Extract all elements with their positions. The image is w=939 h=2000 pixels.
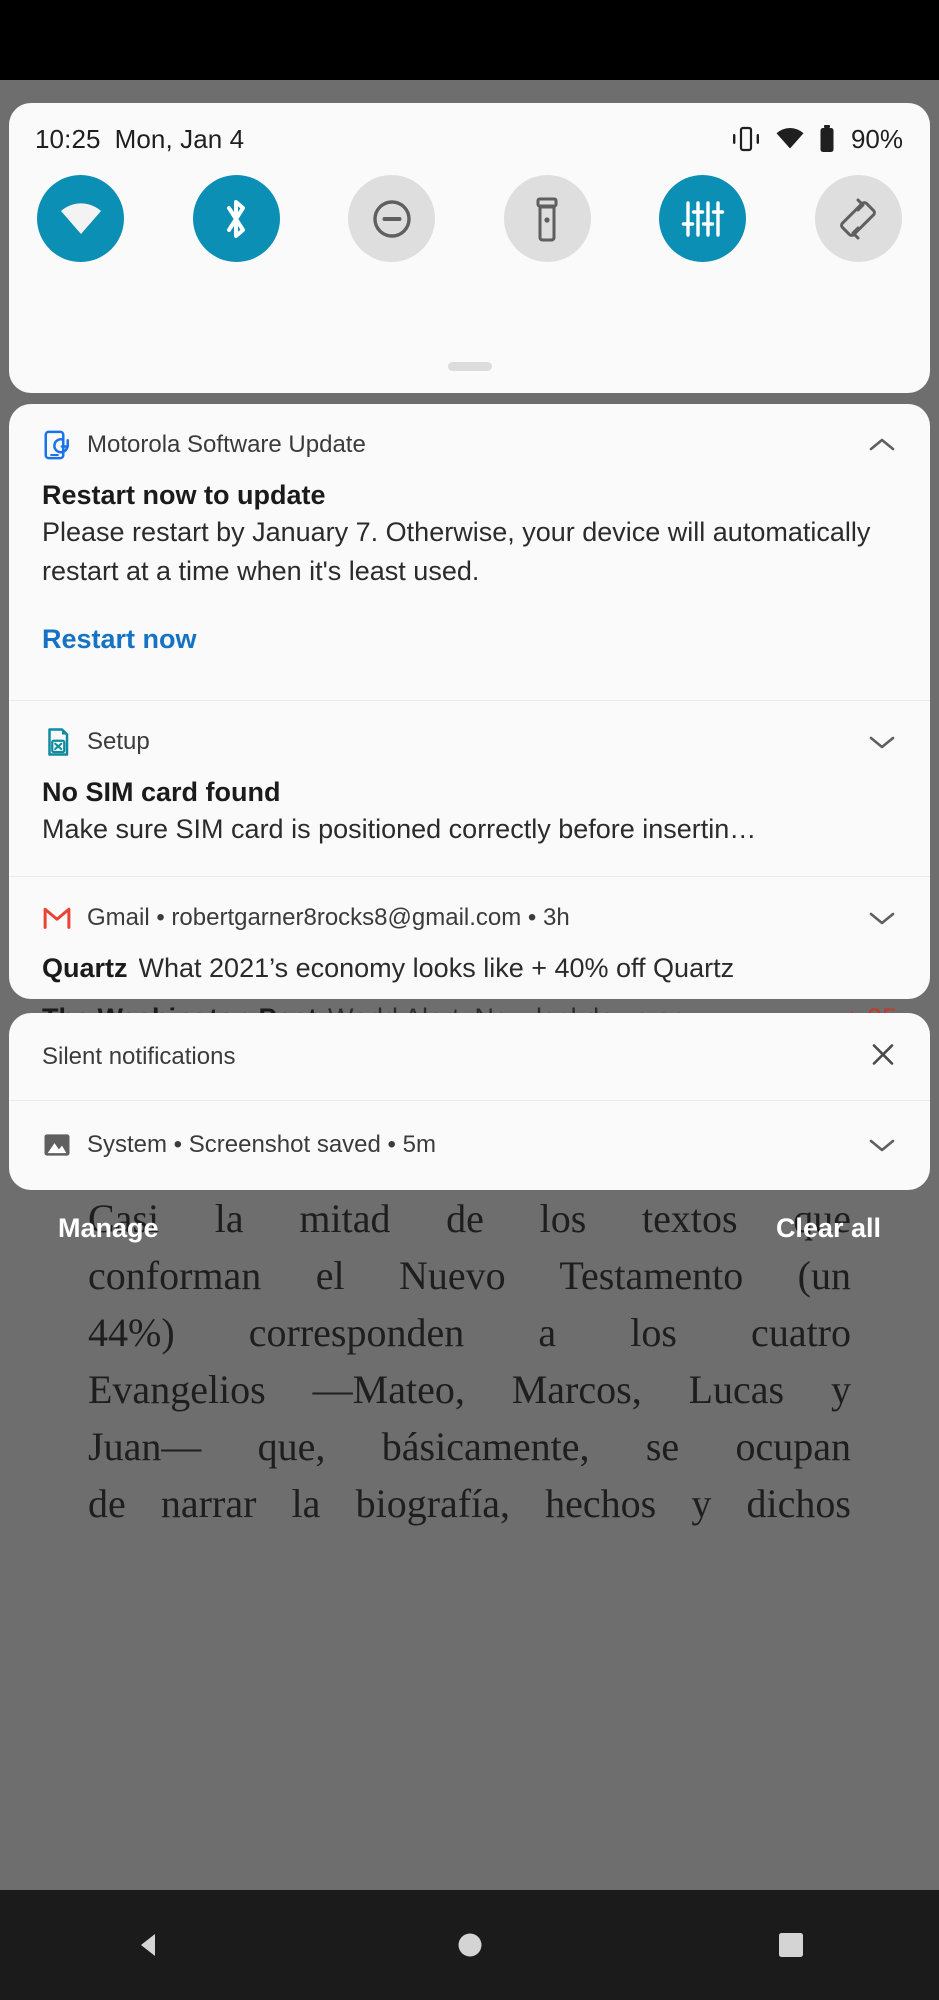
- gmail-icon: [43, 907, 71, 929]
- status-bar-left: 10:25 Mon, Jan 4: [35, 124, 244, 155]
- notification-header: Motorola Software Update: [42, 404, 897, 466]
- recents-square-icon: [778, 1933, 803, 1957]
- sim-card-error-icon: [48, 728, 69, 756]
- recents-button[interactable]: [763, 1917, 819, 1973]
- equalizer-icon: [681, 200, 725, 237]
- message-sender: Quartz: [42, 953, 128, 983]
- do-not-disturb-icon: [372, 199, 411, 238]
- notification-title: Restart now to update: [42, 480, 326, 510]
- notification-header: Gmail • robertgarner8rocks8@gmail.com • …: [42, 877, 897, 939]
- clear-all-button[interactable]: Clear all: [776, 1213, 881, 1244]
- flashlight-icon: [536, 197, 558, 241]
- manage-button[interactable]: Manage: [58, 1213, 159, 1244]
- chevron-down-icon[interactable]: [867, 727, 897, 757]
- notifications-panel: Motorola Software Update Restart now to …: [9, 404, 930, 1033]
- shade-drag-handle[interactable]: [447, 362, 492, 371]
- notification-app-name: Gmail • robertgarner8rocks8@gmail.com • …: [87, 904, 570, 931]
- notification-body: Make sure SIM card is positioned correct…: [42, 814, 757, 844]
- status-time: 10:25: [35, 123, 101, 154]
- silent-notifications-panel: Silent notifications System • Screenshot…: [9, 1013, 930, 1190]
- status-date: Mon, Jan 4: [114, 123, 245, 154]
- quick-settings-panel: 10:25 Mon, Jan 4 90%: [9, 103, 930, 393]
- auto-rotate-tile[interactable]: [814, 175, 902, 262]
- dnd-tile[interactable]: [348, 175, 436, 262]
- chevron-up-icon[interactable]: [867, 430, 897, 460]
- notification-header: Setup: [42, 701, 897, 763]
- home-circle-icon: [458, 1933, 481, 1957]
- phone-update-icon: [44, 430, 69, 460]
- notification-title: No SIM card found: [42, 777, 281, 807]
- restart-now-button[interactable]: Restart now: [42, 624, 197, 655]
- dolby-tile[interactable]: [659, 175, 747, 262]
- notification-setup[interactable]: Setup No SIM card found Make sure SIM ca…: [9, 700, 930, 876]
- message-subject: What 2021’s economy looks like + 40% off…: [138, 953, 735, 983]
- silent-notifications-title: Silent notifications: [42, 1042, 236, 1070]
- battery-percent: 90%: [850, 123, 903, 154]
- close-icon[interactable]: [869, 1040, 897, 1073]
- back-button[interactable]: [121, 1917, 177, 1973]
- navigation-bar: [0, 1890, 939, 2000]
- silent-notifications-header: Silent notifications: [9, 1013, 930, 1101]
- notification-body: Please restart by January 7. Otherwise, …: [42, 517, 871, 586]
- battery-icon: [820, 125, 834, 152]
- gmail-message-row[interactable]: Quartz What 2021’s economy looks like + …: [42, 947, 897, 989]
- notification-app-name: Setup: [87, 728, 150, 755]
- back-triangle-icon: [140, 1934, 155, 1956]
- notification-app-name: System • Screenshot saved • 5m: [87, 1131, 436, 1158]
- flashlight-tile[interactable]: [503, 175, 591, 262]
- home-button[interactable]: [442, 1917, 498, 1973]
- bluetooth-icon: [227, 199, 246, 238]
- vibrate-icon: [732, 126, 759, 152]
- android-notification-shade: Casi la mitad de los textos que conforma…: [0, 0, 939, 2000]
- quick-settings-tiles: [9, 175, 930, 262]
- status-bar-right: 90%: [731, 124, 903, 155]
- wifi-icon: [60, 202, 101, 234]
- notification-system-screenshot[interactable]: System • Screenshot saved • 5m: [9, 1101, 930, 1189]
- bluetooth-tile[interactable]: [192, 175, 280, 262]
- wifi-tile[interactable]: [37, 175, 124, 262]
- shade-footer: Manage Clear all: [0, 1198, 939, 1258]
- status-bar: 10:25 Mon, Jan 4 90%: [9, 103, 930, 175]
- auto-rotate-icon: [840, 198, 877, 239]
- image-icon: [44, 1134, 70, 1156]
- wifi-icon: [776, 127, 804, 149]
- notification-app-name: Motorola Software Update: [87, 431, 366, 458]
- chevron-down-icon[interactable]: [867, 1130, 897, 1160]
- notification-motorola-software-update[interactable]: Motorola Software Update Restart now to …: [9, 404, 930, 700]
- chevron-down-icon[interactable]: [867, 903, 897, 933]
